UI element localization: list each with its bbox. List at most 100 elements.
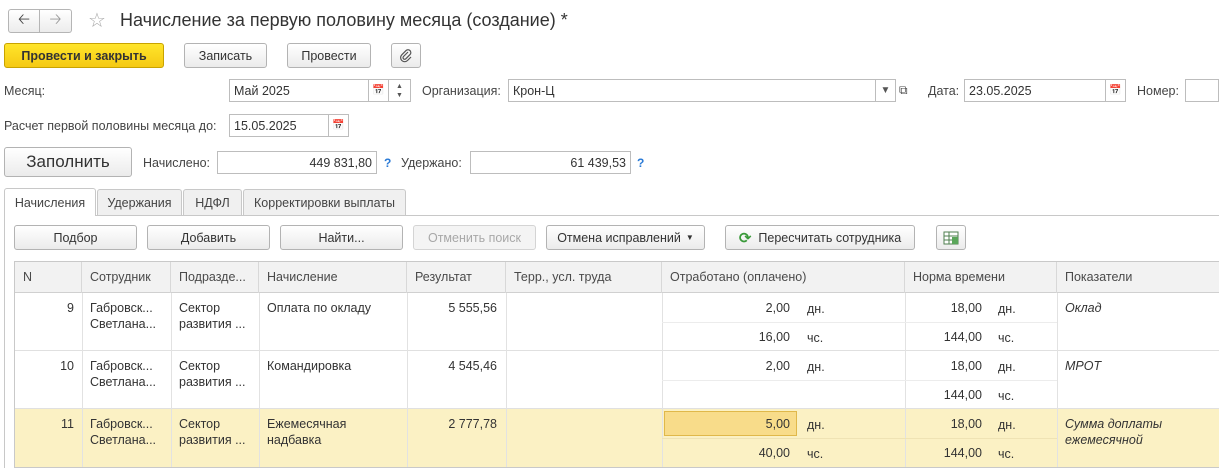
open-organization-icon[interactable]: ⧉ bbox=[899, 83, 908, 98]
norm-hours: 144,00 bbox=[943, 330, 982, 344]
calc-until-label: Расчет первой половины месяца до: bbox=[4, 119, 217, 133]
worked-days-unit: дн. bbox=[807, 418, 825, 432]
accrual-name-line-2: надбавка bbox=[267, 433, 322, 447]
department-line-2: развития ... bbox=[179, 433, 246, 447]
result-value: 5 555,56 bbox=[448, 301, 497, 315]
organization-dropdown-button[interactable]: ▼ bbox=[876, 79, 896, 102]
chevron-down-icon: ▼ bbox=[685, 233, 694, 242]
result-value: 4 545,46 bbox=[448, 359, 497, 373]
month-calendar-button[interactable]: 📅 bbox=[369, 79, 389, 102]
worked-hours: 16,00 bbox=[758, 330, 790, 344]
employee-line-1: Габровск... bbox=[90, 359, 153, 373]
employee-line-1: Габровск... bbox=[90, 417, 153, 431]
indicator: Оклад bbox=[1065, 301, 1102, 315]
department-line-1: Сектор bbox=[179, 359, 221, 373]
department-line-2: развития ... bbox=[179, 317, 246, 331]
grid-settings-icon bbox=[943, 231, 959, 244]
page-title: Начисление за первую половину месяца (со… bbox=[120, 10, 568, 30]
add-button[interactable]: Добавить bbox=[147, 225, 270, 250]
tab-payment-corrections[interactable]: Корректировки выплаты bbox=[243, 189, 406, 215]
calendar-icon: 📅 bbox=[1109, 85, 1122, 96]
find-button[interactable]: Найти... bbox=[280, 225, 403, 250]
date-calendar-button[interactable]: 📅 bbox=[1106, 79, 1126, 102]
chevron-down-icon: ▼ bbox=[396, 91, 403, 99]
post-button[interactable]: Провести bbox=[287, 43, 371, 68]
back-button[interactable]: 🡠 bbox=[8, 9, 40, 33]
row-number: 10 bbox=[60, 359, 74, 373]
column-header-indicators[interactable]: Показатели bbox=[1057, 262, 1219, 293]
norm-days: 18,00 bbox=[950, 301, 982, 315]
calendar-icon: 📅 bbox=[372, 85, 385, 96]
row-number: 9 bbox=[67, 301, 74, 315]
recalculate-employee-button[interactable]: ⟳ Пересчитать сотрудника bbox=[725, 225, 915, 250]
column-header-employee[interactable]: Сотрудник bbox=[82, 262, 171, 293]
grid-settings-button[interactable] bbox=[936, 225, 966, 250]
accrued-help-icon[interactable]: ? bbox=[384, 156, 391, 170]
worked-hours-unit: чс. bbox=[807, 331, 824, 345]
worked-days-unit: дн. bbox=[807, 302, 825, 316]
cancel-search-button[interactable]: Отменить поиск bbox=[413, 225, 536, 250]
employee-line-2: Светлана... bbox=[90, 433, 157, 447]
refresh-icon: ⟳ bbox=[738, 229, 752, 247]
tab-ndfl[interactable]: НДФЛ bbox=[183, 189, 242, 215]
calc-until-field[interactable]: 15.05.2025 bbox=[229, 114, 329, 137]
accruals-table: N Сотрудник Подразде... Начисление Резул… bbox=[14, 261, 1219, 468]
select-button[interactable]: Подбор bbox=[14, 225, 137, 250]
tab-accruals[interactable]: Начисления bbox=[4, 188, 96, 216]
date-field[interactable]: 23.05.2025 bbox=[964, 79, 1106, 102]
accrued-field: 449 831,80 bbox=[217, 151, 377, 174]
month-stepper[interactable]: ▲ ▼ bbox=[389, 79, 411, 102]
table-row[interactable]: 9 Габровск... Светлана... Сектор развити… bbox=[15, 293, 1219, 351]
norm-hours-unit: чс. bbox=[998, 389, 1015, 403]
arrow-left-icon: 🡠 bbox=[17, 10, 31, 28]
save-button[interactable]: Записать bbox=[184, 43, 267, 68]
fill-button[interactable]: Заполнить bbox=[4, 147, 132, 177]
column-header-territory[interactable]: Терр., усл. труда bbox=[506, 262, 662, 293]
worked-days-unit: дн. bbox=[807, 360, 825, 374]
column-header-department[interactable]: Подразде... bbox=[171, 262, 259, 293]
column-header-n[interactable]: N bbox=[15, 262, 82, 293]
attach-button[interactable] bbox=[391, 43, 421, 68]
department-line-1: Сектор bbox=[179, 417, 221, 431]
column-header-accrual[interactable]: Начисление bbox=[259, 262, 407, 293]
norm-hours-unit: чс. bbox=[998, 331, 1015, 345]
tab-deductions[interactable]: Удержания bbox=[97, 189, 182, 215]
arrow-right-icon: 🡢 bbox=[49, 10, 62, 28]
organization-label: Организация: bbox=[422, 84, 501, 98]
recalculate-label: Пересчитать сотрудника bbox=[758, 230, 902, 245]
column-header-result[interactable]: Результат bbox=[407, 262, 506, 293]
star-icon[interactable]: ☆ bbox=[88, 8, 106, 33]
month-label: Месяц: bbox=[4, 84, 46, 98]
month-field[interactable]: Май 2025 bbox=[229, 79, 369, 102]
table-header: N Сотрудник Подразде... Начисление Резул… bbox=[15, 262, 1219, 293]
norm-days: 18,00 bbox=[950, 417, 982, 431]
cancel-corrections-button[interactable]: Отмена исправлений ▼ bbox=[546, 225, 705, 250]
number-field[interactable] bbox=[1185, 79, 1219, 102]
norm-hours: 144,00 bbox=[943, 388, 982, 402]
row-number: 11 bbox=[61, 417, 74, 431]
calc-until-calendar-button[interactable]: 📅 bbox=[329, 114, 349, 137]
table-row-selected[interactable]: 11 Габровск... Светлана... Сектор развит… bbox=[15, 409, 1219, 467]
department-line-1: Сектор bbox=[179, 301, 221, 315]
column-header-worked[interactable]: Отработано (оплачено) bbox=[662, 262, 905, 293]
norm-days-unit: дн. bbox=[998, 360, 1016, 374]
paperclip-icon bbox=[400, 48, 412, 62]
organization-field[interactable]: Крон-Ц bbox=[508, 79, 876, 102]
cancel-corrections-label: Отмена исправлений bbox=[557, 230, 681, 245]
calendar-icon: 📅 bbox=[332, 120, 345, 131]
column-header-norm[interactable]: Норма времени bbox=[905, 262, 1057, 293]
norm-days-unit: дн. bbox=[998, 418, 1016, 432]
indicator-line-2: ежемесячной bbox=[1065, 433, 1143, 447]
indicator: МРОТ bbox=[1065, 359, 1102, 373]
accrual-name: Командировка bbox=[267, 359, 352, 373]
employee-line-2: Светлана... bbox=[90, 317, 157, 331]
accrued-label: Начислено: bbox=[143, 156, 211, 170]
post-and-close-button[interactable]: Провести и закрыть bbox=[4, 43, 164, 68]
forward-button[interactable]: 🡢 bbox=[40, 9, 72, 33]
chevron-up-icon: ▲ bbox=[396, 82, 403, 90]
withheld-field: 61 439,53 bbox=[470, 151, 631, 174]
norm-days-unit: дн. bbox=[998, 302, 1016, 316]
table-row[interactable]: 10 Габровск... Светлана... Сектор развит… bbox=[15, 351, 1219, 409]
worked-days[interactable]: 5,00 bbox=[662, 416, 790, 432]
withheld-help-icon[interactable]: ? bbox=[637, 156, 644, 170]
